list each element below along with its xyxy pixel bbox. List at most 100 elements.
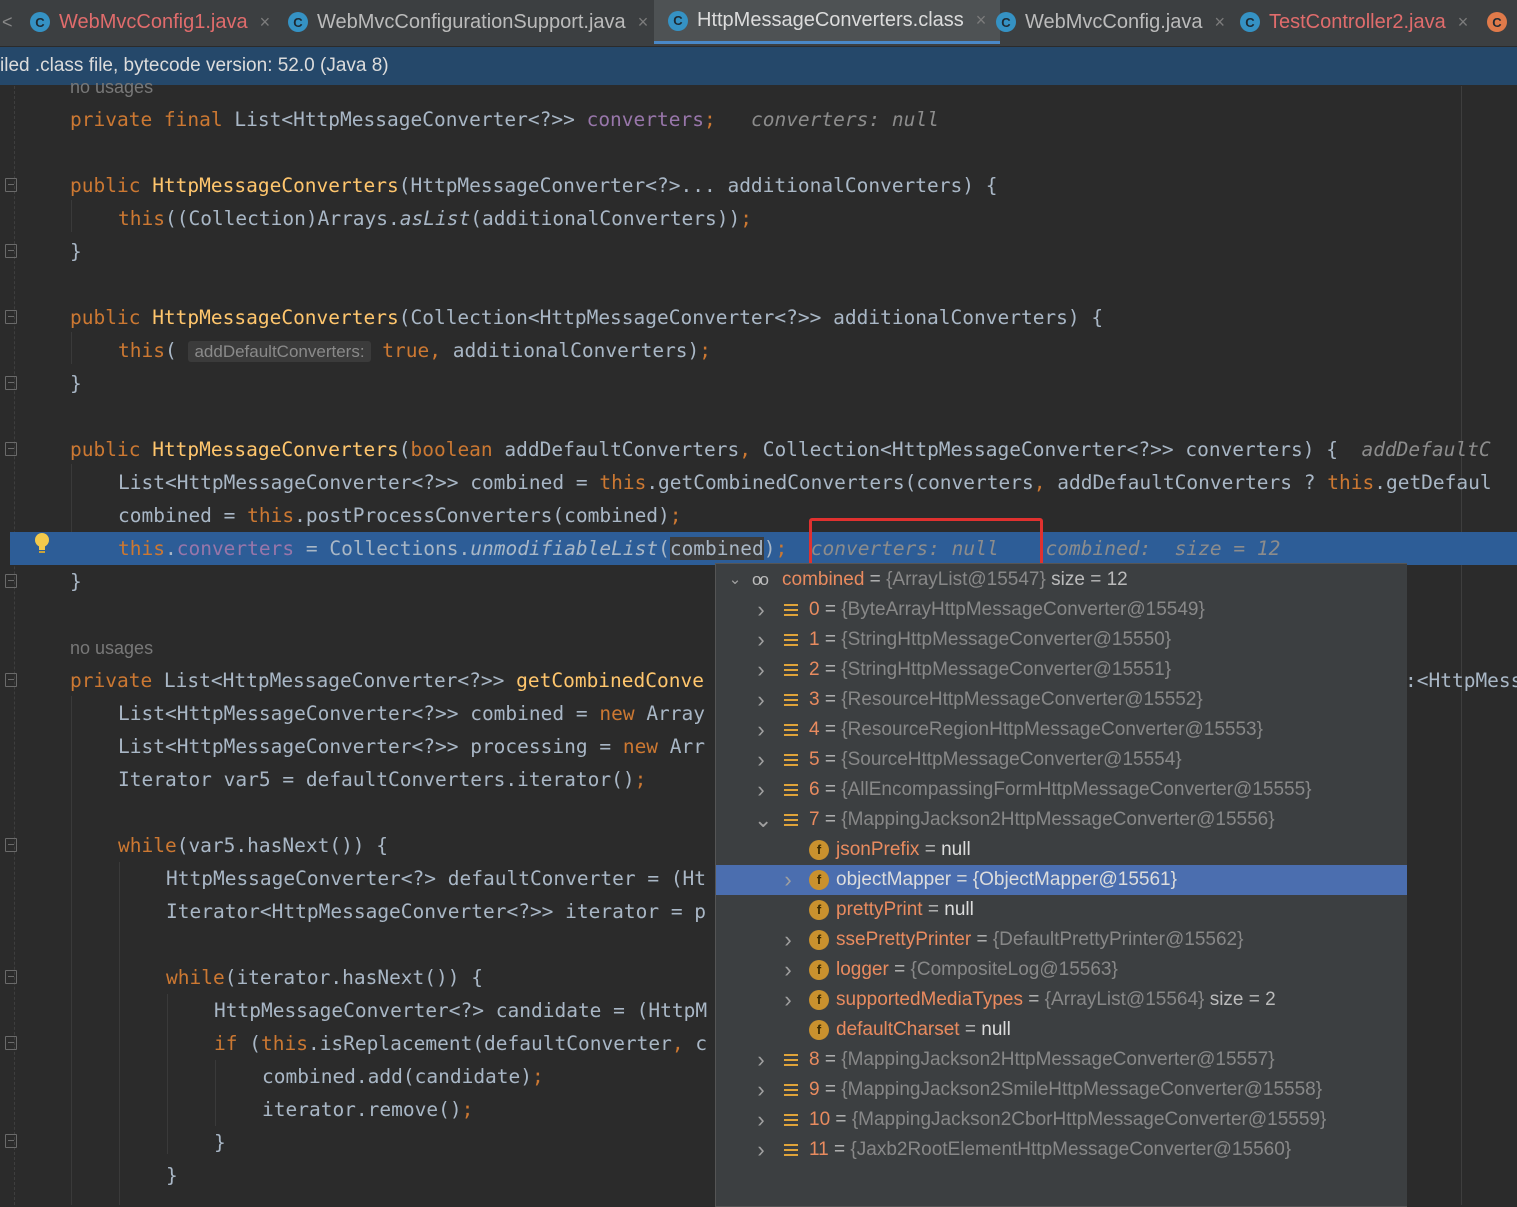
- array-element-icon: [784, 1114, 798, 1126]
- tree-field-row[interactable]: › f objectMapper = {ObjectMapper@15561}: [716, 865, 1407, 895]
- chevron-right-icon[interactable]: ›: [754, 745, 768, 775]
- close-icon[interactable]: ×: [1214, 12, 1225, 33]
- tree-item-converter[interactable]: › 8 = {MappingJackson2HttpMessageConverte…: [716, 1045, 1407, 1075]
- class-icon: C: [668, 10, 688, 31]
- chevron-right-icon[interactable]: ›: [754, 685, 768, 715]
- close-icon[interactable]: ×: [976, 10, 987, 31]
- chevron-right-icon[interactable]: ›: [754, 1045, 768, 1075]
- field-icon: f: [809, 990, 829, 1010]
- element-index: 10: [809, 1109, 831, 1130]
- code-line[interactable]: public HttpMessageConverters(boolean add…: [0, 433, 1517, 466]
- field-icon: f: [809, 960, 829, 980]
- code-line[interactable]: }: [0, 235, 1517, 268]
- tree-item-text: 3 = {ResourceHttpMessageConverter@15552}: [809, 685, 1203, 715]
- debug-value-popup: ⌄ oo combined = {ArrayList@15547} size =…: [715, 563, 1407, 1207]
- chevron-right-icon[interactable]: ›: [754, 1105, 768, 1135]
- element-value: {SourceHttpMessageConverter@15554}: [841, 749, 1182, 770]
- usage-hint: no usages: [70, 638, 154, 658]
- tab-overflow[interactable]: C: [1487, 0, 1516, 44]
- tab-label: WebMvcConfig1.java: [59, 10, 248, 33]
- watch-glasses-icon: oo: [752, 570, 769, 589]
- close-icon[interactable]: ×: [1458, 12, 1469, 33]
- tree-field-text: objectMapper = {ObjectMapper@15561}: [836, 865, 1177, 895]
- chevron-right-icon[interactable]: ›: [754, 1075, 768, 1105]
- close-icon[interactable]: ×: [260, 12, 271, 33]
- element-value: {Jaxb2RootElementHttpMessageConverter@15…: [850, 1139, 1292, 1160]
- field-icon: f: [809, 900, 829, 920]
- chevron-right-icon[interactable]: ›: [781, 925, 795, 955]
- code-line[interactable]: :<HttpMess: [1405, 664, 1517, 697]
- chevron-right-icon[interactable]: ›: [781, 865, 795, 895]
- tree-field-row[interactable]: f prettyPrint = null: [716, 895, 1407, 925]
- code-line[interactable]: no usages: [0, 70, 1517, 103]
- intention-bulb-icon[interactable]: [33, 532, 51, 554]
- equals-sign: =: [964, 1019, 976, 1040]
- tree-item-converter[interactable]: › 2 = {StringHttpMessageConverter@15551}: [716, 655, 1407, 685]
- tab-label: TestController2.java: [1269, 10, 1446, 33]
- chevron-right-icon[interactable]: ›: [781, 955, 795, 985]
- equals-sign: =: [824, 689, 836, 710]
- tab-label: WebMvcConfig.java: [1025, 10, 1203, 33]
- class-icon: C: [288, 12, 308, 32]
- chevron-right-icon[interactable]: ›: [754, 595, 768, 625]
- tab-scroll-left[interactable]: <: [0, 0, 13, 44]
- field-name: defaultCharset: [836, 1019, 960, 1040]
- tree-field-row[interactable]: › f logger = {CompositeLog@15563}: [716, 955, 1407, 985]
- equals-sign: =: [824, 779, 836, 800]
- field-value: null: [981, 1019, 1011, 1040]
- chevron-down-icon[interactable]: ⌄: [728, 565, 742, 595]
- field-icon: f: [809, 870, 829, 890]
- field-name: supportedMediaTypes: [836, 989, 1023, 1010]
- tree-field-row[interactable]: f jsonPrefix = null: [716, 835, 1407, 865]
- code-line[interactable]: this( addDefaultConverters: true, additi…: [0, 334, 1517, 367]
- tab-webmvcconfigurationsupport[interactable]: C WebMvcConfigurationSupport.java ×: [288, 0, 648, 44]
- code-line[interactable]: private final List<HttpMessageConverter<…: [0, 103, 1517, 136]
- tree-item-converter[interactable]: › 6 = {AllEncompassingFormHttpMessageConv…: [716, 775, 1407, 805]
- chevron-right-icon[interactable]: ›: [754, 1135, 768, 1165]
- equals-sign: =: [824, 749, 836, 770]
- chevron-right-icon[interactable]: ›: [781, 985, 795, 1015]
- code-line[interactable]: public HttpMessageConverters(Collection<…: [0, 301, 1517, 334]
- tab-webmvcconfig1[interactable]: C WebMvcConfig1.java ×: [30, 0, 270, 44]
- array-element-icon: [784, 634, 798, 646]
- tree-item-converter[interactable]: › 3 = {ResourceHttpMessageConverter@15552…: [716, 685, 1407, 715]
- chevron-right-icon[interactable]: ›: [754, 715, 768, 745]
- current-execution-line[interactable]: this.converters = Collections.unmodifiab…: [10, 532, 1517, 565]
- tree-field-row[interactable]: f defaultCharset = null: [716, 1015, 1407, 1045]
- chevron-right-icon[interactable]: ›: [754, 655, 768, 685]
- tree-item-converter[interactable]: › 10 = {MappingJackson2CborHttpMessageCon…: [716, 1105, 1407, 1135]
- element-index: 1: [809, 629, 820, 650]
- tree-field-row[interactable]: › f ssePrettyPrinter = {DefaultPrettyPrint…: [716, 925, 1407, 955]
- code-line[interactable]: List<HttpMessageConverter<?>> combined =…: [0, 466, 1517, 499]
- chevron-down-icon[interactable]: ⌄: [754, 805, 772, 835]
- element-index: 7: [809, 809, 820, 830]
- tab-webmvcconfig[interactable]: C WebMvcConfig.java ×: [996, 0, 1225, 44]
- field-value: null: [941, 839, 971, 860]
- tree-root-combined[interactable]: ⌄ oo combined = {ArrayList@15547} size =…: [716, 565, 1407, 595]
- tree-item-converter[interactable]: ⌄ 7 = {MappingJackson2HttpMessageConverte…: [716, 805, 1407, 835]
- code-line[interactable]: }: [0, 367, 1517, 400]
- usage-hint: no usages: [70, 77, 154, 97]
- tree-item-converter[interactable]: › 5 = {SourceHttpMessageConverter@15554}: [716, 745, 1407, 775]
- field-icon: f: [809, 1020, 829, 1040]
- tree-field-row[interactable]: › f supportedMediaTypes = {ArrayList@15564…: [716, 985, 1407, 1015]
- tree-item-converter[interactable]: › 11 = {Jaxb2RootElementHttpMessageConver…: [716, 1135, 1407, 1165]
- tab-testcontroller2[interactable]: C TestController2.java ×: [1240, 0, 1468, 44]
- editor-tab-bar: < C WebMvcConfig1.java × C WebMvcConfigu…: [0, 0, 1517, 47]
- close-icon[interactable]: ×: [638, 12, 649, 33]
- tree-item-converter[interactable]: › 4 = {ResourceRegionHttpMessageConverter…: [716, 715, 1407, 745]
- tree-item-converter[interactable]: › 0 = {ByteArrayHttpMessageConverter@1554…: [716, 595, 1407, 625]
- tab-httpmessageconverters[interactable]: C HttpMessageConverters.class ×: [654, 0, 1001, 44]
- chevron-right-icon[interactable]: ›: [754, 625, 768, 655]
- tree-field-text: supportedMediaTypes = {ArrayList@15564} …: [836, 985, 1276, 1015]
- code-line[interactable]: combined = this.postProcessConverters(co…: [0, 499, 1517, 532]
- chevron-right-icon[interactable]: ›: [754, 775, 768, 805]
- element-index: 6: [809, 779, 820, 800]
- code-line[interactable]: this((Collection)Arrays.asList(additiona…: [0, 202, 1517, 235]
- tree-item-converter[interactable]: › 9 = {MappingJackson2SmileHttpMessageCon…: [716, 1075, 1407, 1105]
- element-index: 4: [809, 719, 820, 740]
- field-name: objectMapper: [836, 869, 952, 890]
- code-line[interactable]: public HttpMessageConverters(HttpMessage…: [0, 169, 1517, 202]
- tree-item-converter[interactable]: › 1 = {StringHttpMessageConverter@15550}: [716, 625, 1407, 655]
- array-element-icon: [784, 694, 798, 706]
